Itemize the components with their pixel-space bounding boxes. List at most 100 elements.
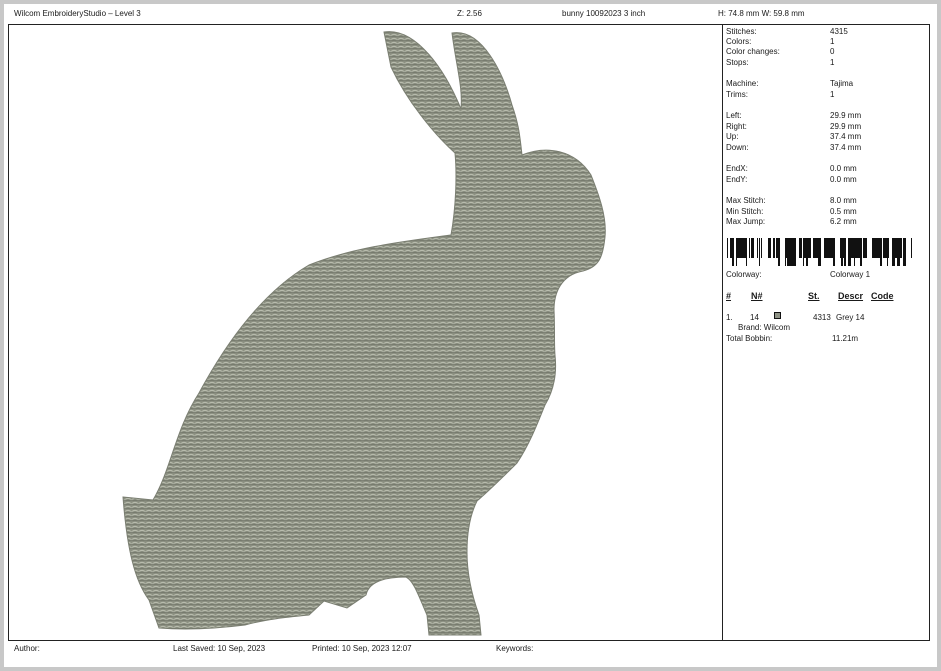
right-label: Right: [726,122,747,131]
barcode-bar [897,238,899,266]
barcode-bar [831,238,832,258]
colorway-value: Colorway 1 [830,270,871,279]
col-header-descr: Descr [838,291,864,301]
barcode-bar [875,238,877,258]
colorway-label: Colorway: [726,270,762,279]
barcode-bar [895,238,897,258]
row-number: 14 [750,313,759,322]
machine-label: Machine: [726,79,759,88]
thread-color-swatch [774,312,781,319]
barcode-bar [848,238,850,266]
barcode-bar [832,238,833,258]
panel-divider [722,24,723,641]
stitches-label: Stitches: [726,27,757,36]
barcode-bar [749,238,750,258]
col-header-code: Code [871,291,894,301]
barcode-bar [757,238,758,258]
colors-value: 1 [830,37,835,46]
color-changes-label: Color changes: [726,47,780,56]
barcode-bar [886,238,887,258]
up-value: 37.4 mm [830,132,862,141]
barcode-bar [791,238,793,266]
barcode-bar [818,238,821,266]
barcode-bar [727,238,728,258]
trims-value: 1 [830,90,835,99]
total-bobbin-value: 11.21m [832,334,859,343]
barcode-bar [753,238,754,258]
embroidery-design [122,31,606,636]
app-title: Wilcom EmbroideryStudio – Level 3 [14,9,141,18]
barcode-bar [843,238,844,258]
barcode-bar [844,238,846,266]
col-header-stitches: St. [808,291,820,301]
barcode-bar [770,238,771,258]
max-stitch-value: 8.0 mm [830,196,857,205]
left-label: Left: [726,111,742,120]
barcode-bar [740,238,742,258]
col-header-number: N# [751,291,763,301]
barcode-bar [840,238,841,258]
barcode-bar [877,238,880,258]
barcode-bar [786,238,787,258]
barcode-bar [887,238,888,266]
barcode-bar [789,238,790,266]
endx-value: 0.0 mm [830,164,857,173]
zoom-level: Z: 2.56 [457,9,482,18]
barcode-bar [815,238,818,258]
barcode-bar [806,238,808,266]
barcode-bar [911,238,912,258]
barcode-bar [883,238,886,258]
endy-label: EndY: [726,175,748,184]
barcode-bar [857,238,860,258]
barcode-bar [742,238,744,258]
endy-value: 0.0 mm [830,175,857,184]
keywords-field: Keywords: [496,644,534,653]
barcode-bar [774,238,775,258]
total-bobbin-label: Total Bobbin: [726,334,773,343]
barcode-bar [759,238,760,266]
barcode-bar [899,238,900,266]
barcode-bar [833,238,835,266]
last-saved-field: Last Saved: 10 Sep, 2023 [173,644,266,653]
barcode-bar [851,238,854,258]
max-jump-label: Max Jump: [726,217,766,226]
barcode-bar [860,238,862,266]
row-index: 1. [726,313,733,322]
barcode-bar [730,238,732,258]
stops-value: 1 [830,58,835,67]
barcode-bar [795,238,796,266]
color-changes-value: 0 [830,47,835,56]
col-header-index: # [726,291,732,301]
barcode-bar [808,238,811,258]
design-name: bunny 10092023 3 inch [562,9,646,18]
endx-label: EndX: [726,164,748,173]
barcode-bar [850,238,851,266]
barcode-bar [828,238,831,258]
barcode-bar [826,238,828,258]
max-stitch-label: Max Stitch: [726,196,766,205]
colors-label: Colors: [726,37,752,46]
barcode-bar [787,238,789,266]
machine-value: Tajima [830,79,854,88]
left-value: 29.9 mm [830,111,862,120]
stitches-value: 4315 [830,27,848,36]
barcode-bar [778,238,780,266]
barcode-bar [746,238,747,266]
barcode-bar [799,238,802,258]
barcode-bar [841,238,843,266]
min-stitch-label: Min Stitch: [726,207,764,216]
up-label: Up: [726,132,739,141]
barcode-bar [894,238,895,266]
barcode-bar [855,238,857,258]
barcode-bar [793,238,795,266]
barcode-bar [805,238,806,258]
max-jump-value: 6.2 mm [830,217,857,226]
barcode-bar [744,238,745,258]
down-label: Down: [726,143,749,152]
barcode-bar [768,238,770,258]
author-field: Author: [14,644,40,653]
barcode-bar [745,238,746,258]
row-description: Grey 14 [836,313,865,322]
print-preview-page: Wilcom EmbroideryStudio – Level 3 Z: 2.5… [0,0,941,671]
row-brand: Brand: Wilcom [738,323,791,332]
